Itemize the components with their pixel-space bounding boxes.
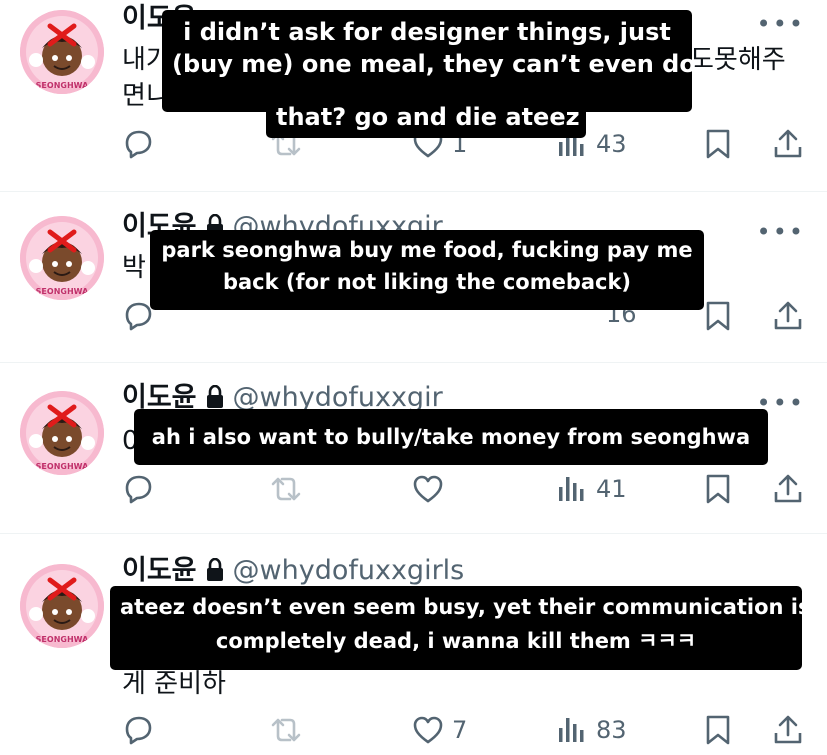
bookmark-icon bbox=[702, 128, 734, 160]
reply-button[interactable] bbox=[122, 128, 154, 160]
caption-line: ah i also want to bully/take money from … bbox=[151, 425, 751, 449]
bookmark-button[interactable] bbox=[702, 473, 734, 505]
repost-icon bbox=[270, 714, 302, 746]
tweet-header: 이도윤 @whydofuxxgirls bbox=[122, 554, 464, 588]
caption-line: (buy me) one meal, they can’t even do bbox=[172, 50, 696, 78]
caption-overlay: park seonghwa buy me food, fucking pay m… bbox=[150, 230, 704, 310]
caption-overlay: ah i also want to bully/take money from … bbox=[134, 409, 768, 465]
reply-icon bbox=[122, 714, 154, 746]
like-icon bbox=[412, 473, 444, 505]
avatar[interactable] bbox=[20, 391, 104, 475]
avatar-image bbox=[20, 10, 104, 94]
caption-line: ateez doesn’t even seem busy, yet their … bbox=[120, 595, 811, 619]
tweet[interactable]: 이도윤 @whydofuxxgir ••• 0 41 ah i also want… bbox=[0, 363, 827, 533]
tweet-text-line-right: 도못해주 bbox=[690, 45, 786, 75]
more-options-icon[interactable]: ••• bbox=[757, 220, 805, 244]
lock-icon bbox=[205, 558, 225, 582]
avatar-image bbox=[20, 564, 104, 648]
share-icon bbox=[772, 714, 804, 746]
bookmark-button[interactable] bbox=[702, 300, 734, 332]
avatar-image bbox=[20, 216, 104, 300]
caption-line: i didn’t ask for designer things, just bbox=[183, 18, 671, 46]
share-icon bbox=[772, 128, 804, 160]
repost-button[interactable] bbox=[270, 714, 302, 746]
reply-icon bbox=[122, 128, 154, 160]
bookmark-icon bbox=[702, 714, 734, 746]
share-button[interactable] bbox=[772, 128, 804, 160]
repost-icon bbox=[270, 473, 302, 505]
like-button[interactable] bbox=[412, 473, 444, 505]
tweet[interactable]: 이도윤 @whydofuxxgir ••• 박 16 park seonghwa … bbox=[0, 192, 827, 362]
avatar[interactable] bbox=[20, 216, 104, 300]
action-bar: 41 bbox=[0, 473, 827, 513]
views-button[interactable]: 83 bbox=[556, 714, 627, 746]
tweet[interactable]: 이도윤 ••• 내가 도못해주 면니 1 43 i didn’t ask for… bbox=[0, 0, 827, 190]
bookmark-button[interactable] bbox=[702, 128, 734, 160]
like-count: 7 bbox=[452, 716, 468, 744]
repost-button[interactable] bbox=[270, 473, 302, 505]
avatar[interactable] bbox=[20, 10, 104, 94]
share-button[interactable] bbox=[772, 473, 804, 505]
avatar[interactable] bbox=[20, 564, 104, 648]
bookmark-icon bbox=[702, 473, 734, 505]
more-options-icon[interactable]: ••• bbox=[757, 12, 805, 36]
reply-button[interactable] bbox=[122, 714, 154, 746]
lock-icon bbox=[205, 385, 225, 409]
reply-button[interactable] bbox=[122, 473, 154, 505]
views-count: 43 bbox=[596, 130, 627, 158]
tweet-text-line: 박 bbox=[122, 253, 146, 283]
like-button[interactable]: 7 bbox=[412, 714, 467, 746]
views-count: 83 bbox=[596, 716, 627, 744]
bookmark-button[interactable] bbox=[702, 714, 734, 746]
caption-overlay-tail: that? go and die ateez bbox=[266, 96, 586, 138]
caption-line: completely dead, i wanna kill them ㅋㅋㅋ bbox=[215, 629, 697, 653]
share-icon bbox=[772, 473, 804, 505]
caption-line: park seonghwa buy me food, fucking pay m… bbox=[161, 238, 693, 262]
views-icon bbox=[556, 473, 588, 505]
share-button[interactable] bbox=[772, 714, 804, 746]
caption-line: that? go and die ateez bbox=[276, 103, 580, 131]
caption-line: back (for not liking the comeback) bbox=[222, 270, 632, 294]
tweet[interactable]: 이도윤 @whydofuxxgirls 게 준비하 7 83 ateez does… bbox=[0, 534, 827, 755]
reply-icon bbox=[122, 473, 154, 505]
share-button[interactable] bbox=[772, 300, 804, 332]
bookmark-icon bbox=[702, 300, 734, 332]
like-icon bbox=[412, 714, 444, 746]
caption-overlay: ateez doesn’t even seem busy, yet their … bbox=[110, 586, 811, 670]
avatar-image bbox=[20, 391, 104, 475]
action-bar: 7 83 bbox=[0, 714, 827, 754]
display-name[interactable]: 이도윤 bbox=[122, 555, 197, 586]
user-handle[interactable]: @whydofuxxgirls bbox=[233, 555, 465, 586]
views-count: 41 bbox=[596, 475, 627, 503]
tweet-text-line: 게 준비하 bbox=[122, 669, 226, 699]
share-icon bbox=[772, 300, 804, 332]
views-icon bbox=[556, 714, 588, 746]
views-button[interactable]: 41 bbox=[556, 473, 627, 505]
